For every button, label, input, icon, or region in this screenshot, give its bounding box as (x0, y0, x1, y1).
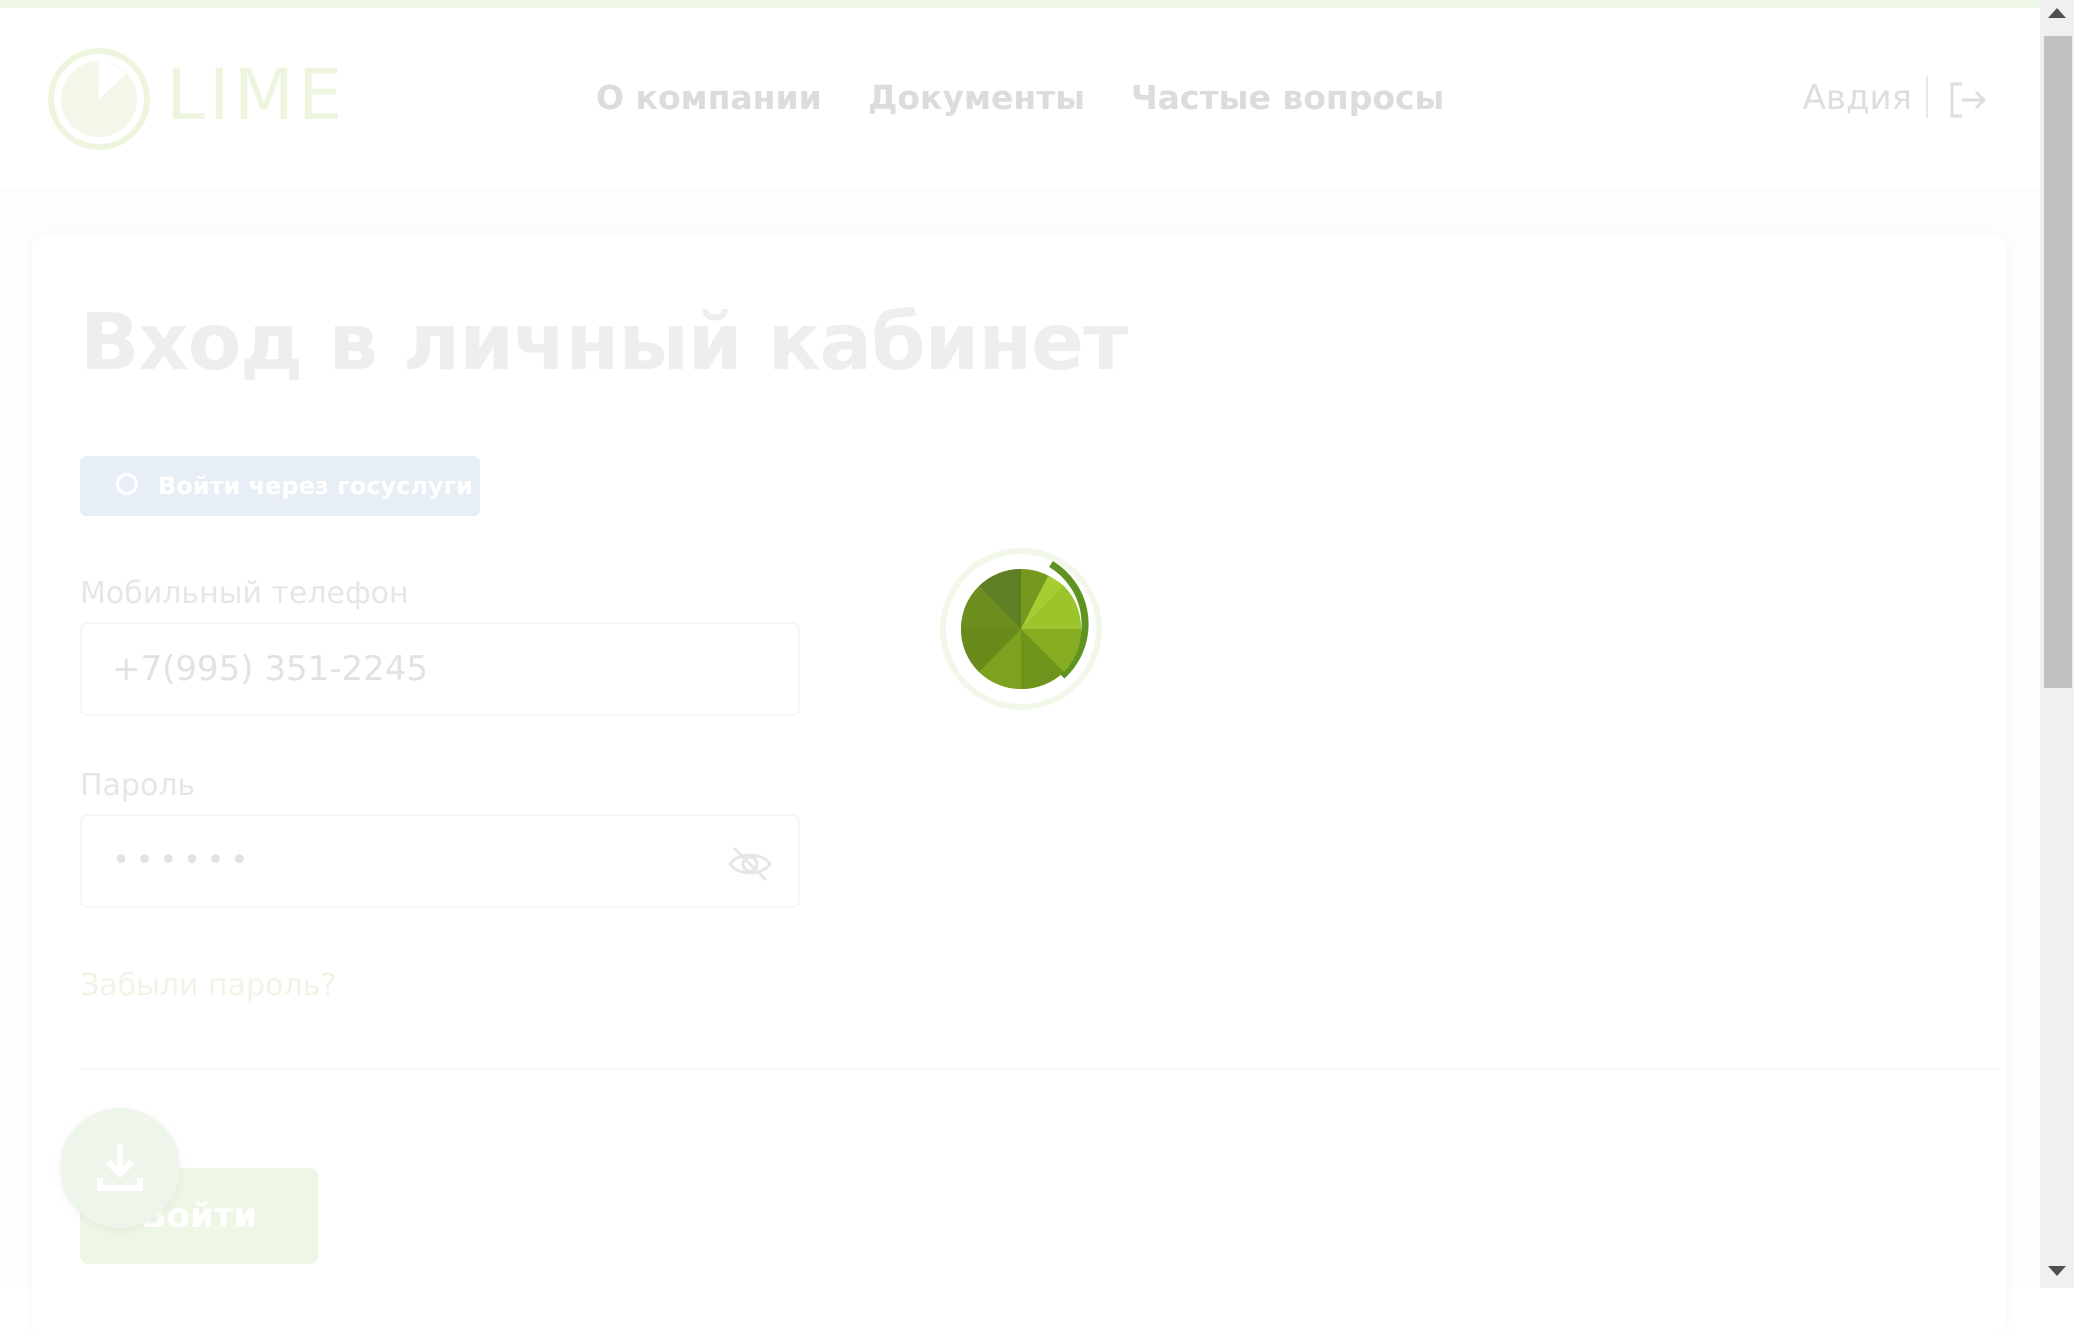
divider (80, 1068, 2000, 1070)
gosuslugi-label: Войти через госуслуги (158, 472, 473, 500)
nav-about[interactable]: О компании (596, 78, 822, 117)
header-divider (1926, 76, 1928, 118)
download-icon (97, 1144, 143, 1191)
lime-logo[interactable]: LIME (46, 46, 342, 156)
scrollbar-thumb[interactable] (2044, 36, 2072, 688)
scroll-up-arrow-icon[interactable] (2048, 8, 2066, 18)
forgot-password-link[interactable]: Забыли пароль? (80, 968, 336, 1003)
logo-text: LIME (166, 54, 347, 136)
top-progress-line (0, 0, 2040, 8)
nav-documents[interactable]: Документы (868, 78, 1085, 117)
password-label: Пароль (80, 768, 196, 803)
eye-off-icon[interactable] (726, 844, 774, 884)
logout-icon[interactable] (1948, 80, 1988, 120)
phone-label: Мобильный телефон (80, 576, 409, 611)
lime-logo-icon (48, 48, 150, 150)
download-button[interactable] (60, 1108, 180, 1228)
phone-input[interactable]: +7(995) 351-2245 (80, 622, 800, 716)
gosuslugi-icon (116, 473, 138, 495)
nav-faq[interactable]: Частые вопросы (1131, 78, 1444, 117)
gosuslugi-button[interactable]: Войти через госуслуги (80, 456, 480, 516)
page-title: Вход в личный кабинет (80, 298, 1128, 388)
scroll-down-arrow-icon[interactable] (2048, 1266, 2066, 1276)
site-header: LIME О компании Документы Частые вопросы… (0, 8, 2040, 188)
password-input[interactable]: •••••• (80, 814, 800, 908)
user-name[interactable]: Авдия (1803, 78, 1912, 118)
login-card (32, 236, 2006, 1336)
loading-spinner-icon (940, 548, 1102, 710)
